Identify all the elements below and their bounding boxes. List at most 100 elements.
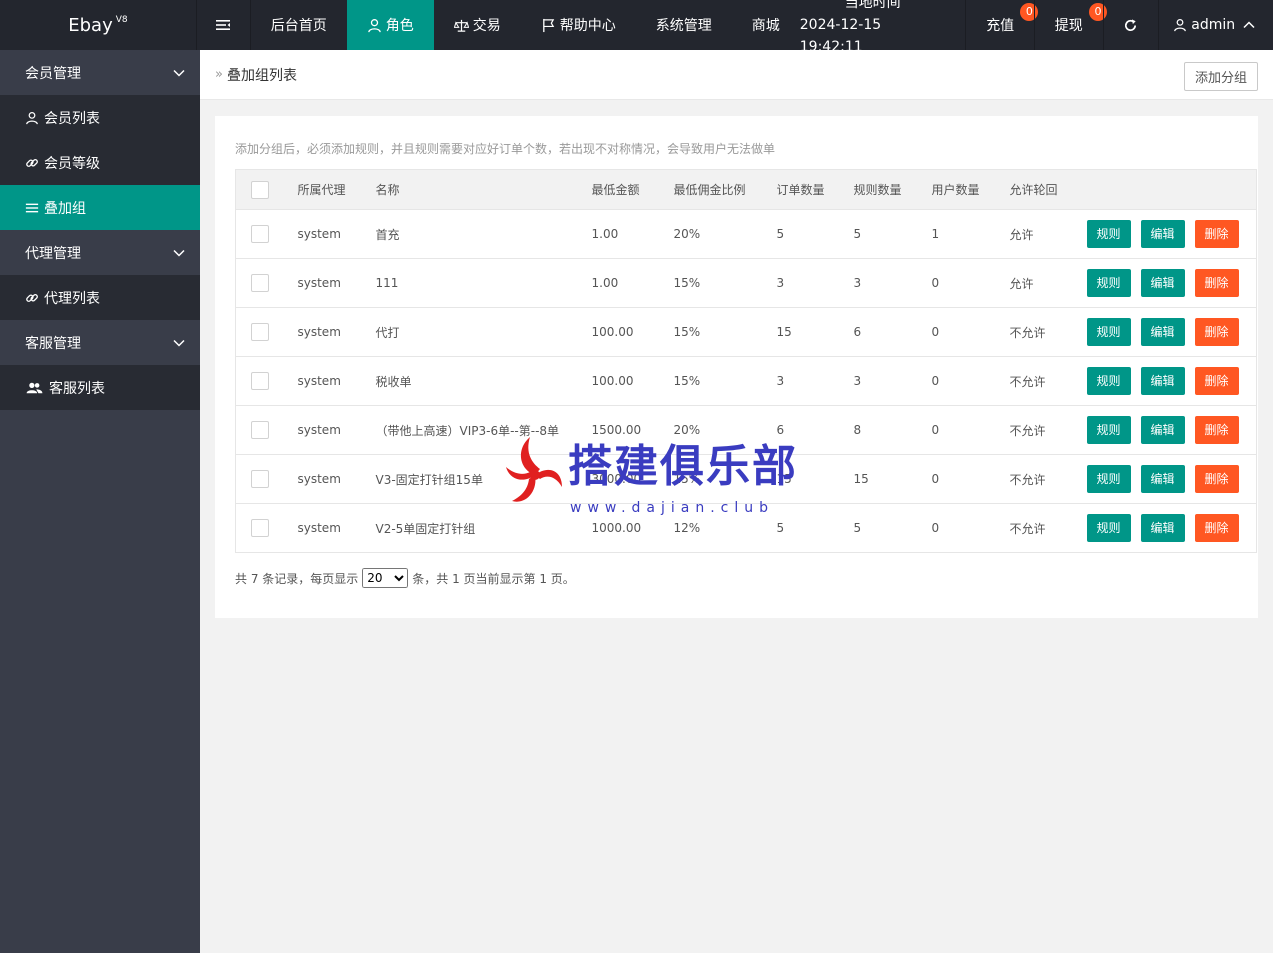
delete-button[interactable]: 删除 — [1194, 220, 1239, 248]
delete-button[interactable]: 删除 — [1194, 514, 1239, 542]
recharge-button[interactable]: 充值 0 — [965, 0, 1039, 50]
edit-button[interactable]: 编辑 — [1140, 416, 1185, 444]
cell-rule-count: 3 — [853, 356, 932, 406]
edit-button[interactable]: 编辑 — [1140, 220, 1185, 248]
page-size-select[interactable]: 20 — [362, 568, 409, 588]
sidebar-group-label: 代理管理 — [25, 245, 81, 262]
edit-button[interactable]: 编辑 — [1140, 367, 1185, 395]
header-name: 名称 — [375, 169, 592, 210]
nav-mall[interactable]: 商城 — [732, 0, 790, 50]
pagination: 共 7 条记录，每页显示 20 条，共 1 页当前显示第 1 页。 — [235, 568, 575, 588]
table-row: system （带他上高速）VIP3-6单--第--8单 1500.00 20% 6 8 0… — [235, 405, 1257, 455]
user-menu[interactable]: admin — [1158, 0, 1273, 50]
sidebar-item-member-level[interactable]: 会员等级 — [0, 140, 200, 185]
header-actions — [1086, 169, 1257, 210]
cell-agent: system — [297, 503, 376, 553]
cell-allow-cycle: 允许 — [1009, 258, 1087, 308]
table-row: system V3-固定打针组15单 3000.00 15% 15 15 0 不允许 规则 编辑删… — [235, 454, 1257, 504]
header-min-commission: 最低佣金比例 — [673, 169, 777, 210]
nav-trade[interactable]: 交易 — [434, 0, 521, 50]
edit-button[interactable]: 编辑 — [1140, 465, 1185, 493]
row-checkbox[interactable] — [251, 519, 269, 537]
sidebar-item-service-list[interactable]: 客服列表 — [0, 365, 200, 410]
rule-button[interactable]: 规则 — [1086, 514, 1131, 542]
row-select-cell — [235, 454, 298, 504]
sidebar-item-member-list[interactable]: 会员列表 — [0, 95, 200, 140]
cell-min-amount: 1.00 — [591, 258, 674, 308]
add-group-button[interactable]: 添加分组 — [1183, 62, 1258, 91]
logo-version: V8 — [115, 15, 128, 25]
rule-button[interactable]: 规则 — [1086, 367, 1131, 395]
cell-user-count: 0 — [931, 503, 1010, 553]
delete-button[interactable]: 删除 — [1194, 416, 1239, 444]
nav-role[interactable]: 角色 — [346, 0, 434, 50]
row-select-cell — [235, 209, 298, 259]
edit-button[interactable]: 编辑 — [1140, 318, 1185, 346]
cell-order-count: 5 — [776, 503, 854, 553]
delete-button[interactable]: 删除 — [1194, 269, 1239, 297]
cell-min-amount: 1000.00 — [591, 503, 674, 553]
menu-toggle-icon — [216, 20, 231, 30]
cell-name: 111 — [375, 258, 592, 308]
sidebar-group-members[interactable]: 会员管理 — [0, 50, 200, 95]
cell-user-count: 0 — [931, 405, 1010, 455]
edit-button[interactable]: 编辑 — [1140, 514, 1185, 542]
sidebar-item-label: 会员列表 — [44, 110, 100, 127]
withdraw-button[interactable]: 提现 0 — [1033, 0, 1107, 50]
sidebar-item-agent-list[interactable]: 代理列表 — [0, 275, 200, 320]
nav-mall-label: 商城 — [751, 18, 780, 34]
cell-name: 税收单 — [375, 356, 592, 406]
cell-agent: system — [297, 405, 376, 455]
table-row: system 代打 100.00 15% 15 6 0 不允许 规则 编辑 删除 — [235, 307, 1257, 357]
delete-button[interactable]: 删除 — [1194, 318, 1239, 346]
nav-help-label: 帮助中心 — [559, 18, 616, 34]
row-checkbox[interactable] — [251, 421, 269, 439]
sidebar-item-stack-group[interactable]: 叠加组 — [0, 185, 200, 230]
cell-name: V2-5单固定打针组 — [375, 503, 592, 553]
logo[interactable]: Ebay V8 — [0, 0, 196, 50]
sidebar-group-service[interactable]: 客服管理 — [0, 320, 200, 365]
row-actions: 规则 编辑 删除 — [1086, 258, 1257, 308]
sidebar-group-agents[interactable]: 代理管理 — [0, 230, 200, 275]
cell-min-commission: 20% — [673, 405, 777, 455]
cell-user-count: 1 — [931, 209, 1010, 259]
nav-home[interactable]: 后台首页 — [251, 0, 347, 50]
link-icon — [26, 293, 38, 302]
username: admin — [1191, 17, 1236, 33]
refresh-icon — [1125, 18, 1137, 31]
cell-order-count: 15 — [776, 307, 854, 357]
sidebar-group-label: 客服管理 — [25, 335, 81, 352]
nav-system[interactable]: 系统管理 — [636, 0, 732, 50]
row-checkbox[interactable] — [251, 225, 269, 243]
refresh-button[interactable] — [1102, 0, 1159, 50]
rule-button[interactable]: 规则 — [1086, 416, 1131, 444]
delete-button[interactable]: 删除 — [1194, 465, 1239, 493]
rule-button[interactable]: 规则 — [1086, 220, 1131, 248]
group-table: 所属代理 名称 最低金额 最低佣金比例 订单数量 规则数量 用户数量 允许轮回 … — [235, 169, 1257, 553]
cell-agent: system — [297, 307, 376, 357]
header-rule-count: 规则数量 — [853, 169, 932, 210]
row-checkbox[interactable] — [251, 323, 269, 341]
row-actions: 规则 编辑 删除 — [1086, 454, 1257, 504]
cell-rule-count: 5 — [853, 503, 932, 553]
cell-min-commission: 20% — [673, 209, 777, 259]
rule-button[interactable]: 规则 — [1086, 269, 1131, 297]
chevron-down-icon — [173, 249, 185, 257]
cell-user-count: 0 — [931, 307, 1010, 357]
menu-toggle-button[interactable] — [195, 0, 251, 50]
table-row: system V2-5单固定打针组 1000.00 12% 5 5 0 不允许 规则 编辑 删除 — [235, 503, 1257, 553]
rule-button[interactable]: 规则 — [1086, 465, 1131, 493]
cell-user-count: 0 — [931, 258, 1010, 308]
select-all-checkbox[interactable] — [251, 180, 269, 199]
delete-button[interactable]: 删除 — [1194, 367, 1239, 395]
nav-help[interactable]: 帮助中心 — [521, 0, 636, 50]
rule-button[interactable]: 规则 — [1086, 318, 1131, 346]
row-checkbox[interactable] — [251, 274, 269, 292]
cell-allow-cycle: 不允许 — [1009, 454, 1087, 504]
link-icon — [26, 158, 38, 167]
row-checkbox[interactable] — [251, 372, 269, 390]
edit-button[interactable]: 编辑 — [1140, 269, 1185, 297]
local-time: 当地时间 2024-12-15 19:42:11 — [790, 0, 966, 55]
row-checkbox[interactable] — [251, 470, 269, 488]
cell-min-commission: 15% — [673, 307, 777, 357]
